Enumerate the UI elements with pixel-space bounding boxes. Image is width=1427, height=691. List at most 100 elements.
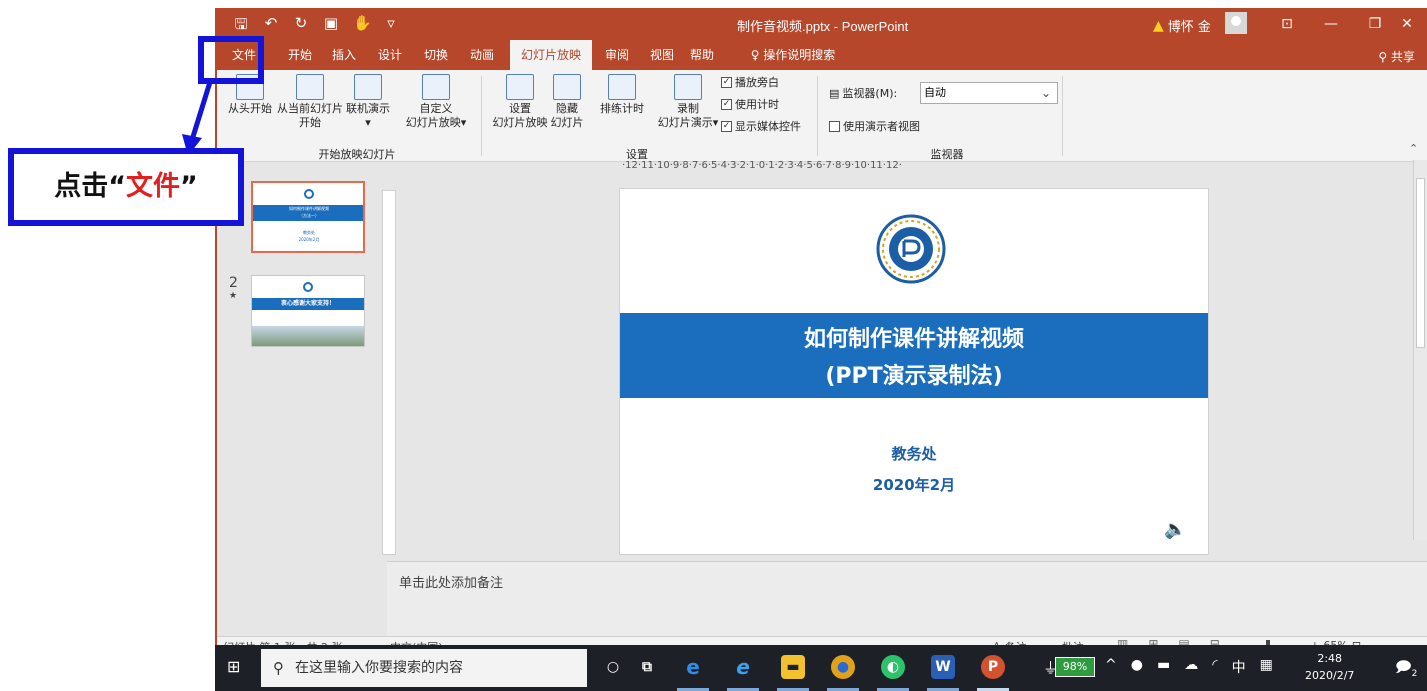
notification-icon[interactable]: 🗩2: [1395, 657, 1417, 682]
tab-transitions[interactable]: 切换: [419, 40, 453, 70]
checkmark-icon: ✓: [721, 120, 732, 132]
hide-label-1: 隐藏: [556, 102, 578, 115]
custom-slideshow-icon: [422, 74, 450, 100]
keyboard-icon[interactable]: ▬: [1157, 657, 1170, 677]
present-icon[interactable]: ▣: [323, 14, 339, 39]
tab-review[interactable]: 审阅: [600, 40, 634, 70]
record-label-2: 幻灯片演示: [657, 116, 713, 129]
online-present-label: 联机演示: [346, 102, 390, 115]
wechat-tray-icon[interactable]: ●: [1131, 657, 1143, 677]
slide-title-line1: 如何制作课件讲解视频: [803, 327, 1024, 352]
university-seal-icon: [876, 214, 946, 284]
slide-thumbnail-2[interactable]: 衷心感谢大家支持！: [251, 275, 365, 347]
chevron-up-icon[interactable]: ^: [1105, 657, 1117, 677]
group-label-start: 开始放映幻灯片: [318, 148, 396, 161]
custom-label-2: 幻灯片放映: [405, 116, 461, 129]
play-narrations-checkbox[interactable]: ✓ 播放旁白: [721, 74, 779, 90]
tab-design[interactable]: 设计: [373, 40, 407, 70]
record-icon: [674, 74, 702, 100]
ime-mode-icon[interactable]: ▦: [1260, 657, 1273, 677]
share-button[interactable]: ⚲ 共享: [1378, 48, 1415, 65]
callout-open-quote: “: [108, 171, 126, 202]
hide-slide-button[interactable]: 隐藏 幻灯片: [547, 74, 587, 130]
campus-photo: [252, 326, 364, 346]
redo-icon[interactable]: ↻: [293, 14, 309, 39]
callout-prefix: 点击: [54, 171, 109, 202]
setup-label-2: 幻灯片放映: [492, 116, 548, 129]
close-icon[interactable]: ✕: [1385, 8, 1427, 40]
slide-number-2: 2: [229, 275, 238, 291]
file-tab-highlight-box: [198, 36, 264, 84]
system-tray: ^ ● ▬ ☁ ◜ 中 ▦: [1105, 657, 1273, 677]
vertical-scrollbar[interactable]: [1413, 160, 1427, 540]
undo-icon[interactable]: ↶: [263, 14, 279, 39]
chevron-down-icon: ⌄: [1040, 86, 1051, 100]
ribbon-display-icon[interactable]: ⊡: [1265, 8, 1309, 40]
network-icon[interactable]: ◜: [1212, 657, 1217, 677]
divider: [817, 76, 818, 156]
from-current-button[interactable]: 从当前幻灯片 开始: [275, 74, 345, 130]
tab-insert[interactable]: 插入: [327, 40, 361, 70]
touch-icon[interactable]: ✋: [353, 14, 372, 39]
presenter-view-label: 使用演示者视图: [843, 120, 920, 133]
notes-pane[interactable]: 单击此处添加备注: [387, 561, 1427, 636]
custom-slideshow-button[interactable]: 自定义 幻灯片放映▾: [401, 74, 471, 130]
thumb-thanks-band: 衷心感谢大家支持！: [252, 298, 364, 310]
taskbar-search-box[interactable]: ⚲ 在这里输入你要搜索的内容: [261, 649, 587, 687]
tab-view[interactable]: 视图: [645, 40, 679, 70]
more-icon[interactable]: ▿: [383, 14, 399, 39]
tell-me-search[interactable]: ♀ 操作说明搜索: [733, 40, 853, 70]
powerpoint-window: 🖫 ↶ ↻ ▣ ✋ ▿ 制作音视频.pptx - PowerPoint ▲ 博怀…: [215, 8, 1427, 691]
monitor-select[interactable]: 自动 ⌄: [920, 82, 1058, 104]
monitor-icon: ▤: [829, 86, 840, 100]
chrome-icon[interactable]: ●: [831, 655, 855, 679]
slide-thumbnail-1[interactable]: 如何制作课件讲解视频 （方法一） 教务处 2020年2月: [251, 181, 365, 253]
tab-animations[interactable]: 动画: [465, 40, 499, 70]
windows-start-icon[interactable]: ⊞: [227, 657, 240, 676]
rehearse-timings-button[interactable]: 排练计时: [597, 74, 647, 116]
from-current-label-1: 从当前幻灯片: [277, 102, 343, 115]
tab-home[interactable]: 开始: [283, 40, 317, 70]
record-slideshow-button[interactable]: 录制 幻灯片演示▾: [653, 74, 723, 130]
collapse-ribbon-icon[interactable]: ⌃: [1409, 142, 1418, 155]
slide-thumbnails-pane: 如何制作课件讲解视频 （方法一） 教务处 2020年2月 2 ★ 衷心感谢大家支…: [217, 163, 387, 638]
play-narrations-label: 播放旁白: [735, 76, 779, 89]
document-title: 制作音视频.pptx - PowerPoint: [737, 19, 909, 34]
clock[interactable]: 2:48 2020/2/7: [1305, 650, 1354, 684]
file-explorer-icon[interactable]: ▬: [781, 655, 805, 679]
custom-label-1: 自定义: [419, 102, 453, 115]
avatar[interactable]: [1225, 12, 1247, 34]
university-seal-icon: [303, 282, 313, 292]
monitor-value: 自动: [924, 86, 946, 99]
slide-title-line2: (PPT演示录制法): [825, 364, 1003, 389]
from-beginning-label: 从头开始: [228, 102, 272, 115]
notes-placeholder: 单击此处添加备注: [399, 576, 504, 591]
word-icon[interactable]: W: [931, 655, 955, 679]
cortana-icon[interactable]: ○: [601, 655, 625, 679]
use-timings-checkbox[interactable]: ✓ 使用计时: [721, 96, 779, 112]
ime-indicator[interactable]: 中: [1232, 657, 1246, 677]
task-view-icon[interactable]: ⧉: [635, 655, 659, 679]
from-current-label-2: 开始: [299, 116, 321, 129]
search-icon: ⚲: [273, 659, 284, 677]
wechat-icon[interactable]: ◐: [881, 655, 905, 679]
slide-canvas[interactable]: 如何制作课件讲解视频 (PPT演示录制法) 教务处 2020年2月 🔈: [619, 188, 1209, 555]
account[interactable]: ▲ 博怀 金: [1153, 16, 1211, 36]
scrollbar-thumb[interactable]: [1416, 178, 1425, 348]
powerpoint-icon[interactable]: P: [981, 655, 1005, 679]
speaker-icon[interactable]: 🔈: [1164, 519, 1186, 540]
show-media-controls-checkbox[interactable]: ✓ 显示媒体控件: [721, 118, 801, 134]
tab-slideshow[interactable]: 幻灯片放映: [510, 40, 592, 70]
tab-help[interactable]: 帮助: [685, 40, 719, 70]
setup-slideshow-button[interactable]: 设置 幻灯片放映: [489, 74, 551, 130]
edge-icon[interactable]: e: [681, 655, 705, 679]
presenter-view-checkbox[interactable]: 使用演示者视图: [829, 118, 920, 134]
online-present-button[interactable]: 联机演示 ▾: [343, 74, 393, 130]
minimize-icon[interactable]: —: [1309, 8, 1353, 40]
university-seal-icon: [304, 189, 314, 199]
ie-icon[interactable]: e: [731, 655, 755, 679]
thumb-date: 2020年2月: [298, 237, 320, 242]
battery-indicator[interactable]: 98%: [1055, 657, 1095, 677]
cloud-icon[interactable]: ☁: [1184, 657, 1198, 677]
setup-slideshow-icon: [506, 74, 534, 100]
